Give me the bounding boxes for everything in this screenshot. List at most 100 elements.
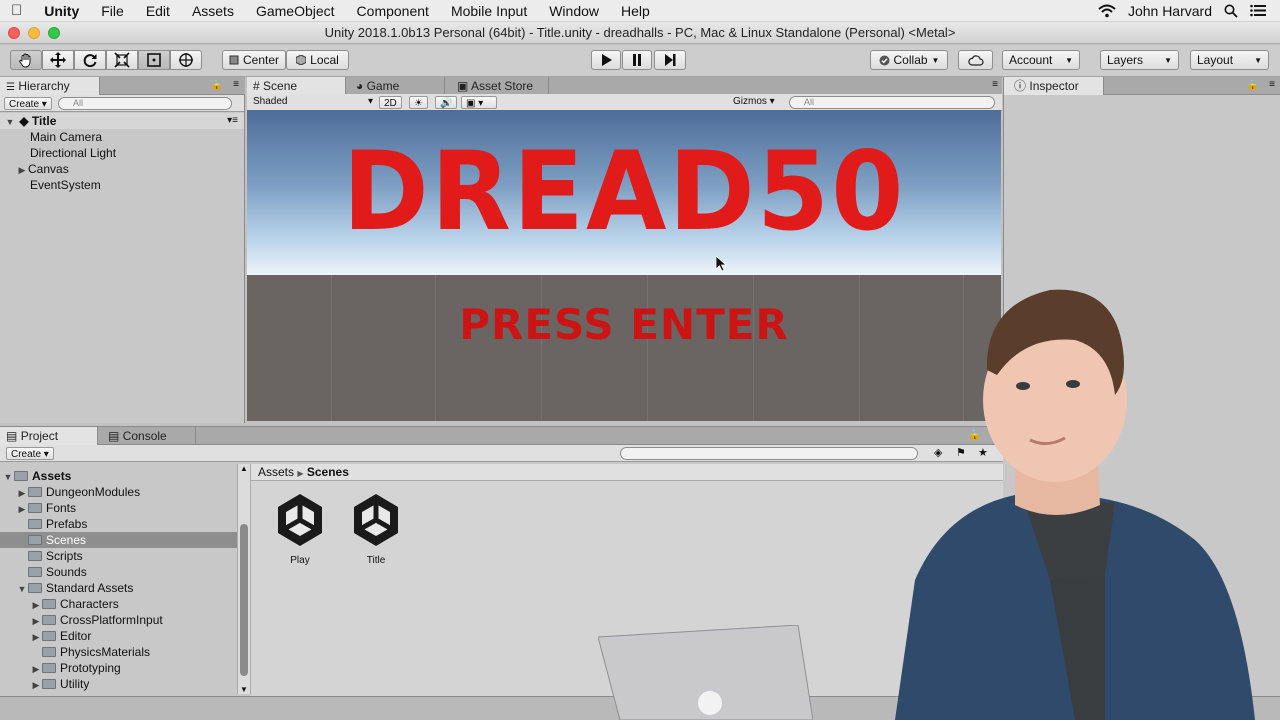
tree-item-utility[interactable]: ▶ Utility	[0, 676, 237, 692]
menu-window[interactable]: Window	[538, 3, 610, 19]
tab-game[interactable]: ◕ Game	[346, 77, 445, 95]
menu-mobile-input[interactable]: Mobile Input	[440, 3, 538, 19]
lock-icon[interactable]: 🔒	[1247, 80, 1259, 91]
scrollbar-thumb[interactable]	[240, 524, 248, 676]
tree-item-label: Prototyping	[60, 661, 121, 675]
tab-console[interactable]: ▤ Console	[98, 427, 196, 445]
tree-item-label: PhysicsMaterials	[60, 645, 151, 659]
tree-item-scenes[interactable]: Scenes	[0, 532, 237, 548]
menu-gameobject[interactable]: GameObject	[245, 3, 346, 19]
panel-menu-icon[interactable]: ≡	[233, 79, 239, 90]
expand-arrow-icon[interactable]: ▼	[16, 581, 28, 597]
close-window-button[interactable]	[8, 27, 20, 39]
expand-arrow-icon[interactable]: ▶	[30, 661, 42, 677]
play-button[interactable]	[591, 50, 621, 70]
gizmos-label: Gizmos	[733, 96, 767, 107]
tree-item-dungeonmodules[interactable]: ▶ DungeonModules	[0, 484, 237, 500]
tree-item-prototyping[interactable]: ▶ Prototyping	[0, 660, 237, 676]
menu-assets[interactable]: Assets	[181, 3, 245, 19]
expand-arrow-icon[interactable]: ▶	[16, 162, 28, 178]
notification-list-icon[interactable]	[1250, 4, 1266, 17]
step-button[interactable]	[654, 50, 686, 70]
scene-menu-icon[interactable]: ▾≡	[227, 113, 238, 129]
minimize-window-button[interactable]	[28, 27, 40, 39]
expand-arrow-icon[interactable]: ▼	[2, 469, 14, 485]
scene-search-input[interactable]: All	[789, 96, 995, 109]
tab-hierarchy[interactable]: ☰ Hierarchy	[0, 77, 100, 95]
expand-arrow-icon[interactable]: ▶	[30, 629, 42, 645]
expand-arrow-icon[interactable]: ▼	[4, 114, 16, 130]
tab-asset-store[interactable]: ▣ Asset Store	[445, 77, 549, 95]
audio-toggle[interactable]: 🔊	[435, 96, 458, 109]
expand-arrow-icon[interactable]: ▶	[30, 613, 42, 629]
gizmos-dropdown[interactable]: Gizmos ▾	[733, 95, 775, 109]
pivot-local-button[interactable]: Local	[286, 50, 349, 70]
tree-item-physicsmaterials[interactable]: PhysicsMaterials	[0, 644, 237, 660]
hierarchy-item-canvas[interactable]: ▶ Canvas	[0, 161, 69, 177]
tree-item-fonts[interactable]: ▶ Fonts	[0, 500, 237, 516]
expand-arrow-icon[interactable]: ▶	[16, 501, 28, 517]
menu-app[interactable]: Unity	[33, 3, 90, 19]
menu-file[interactable]: File	[90, 3, 135, 19]
tree-item-prefabs[interactable]: Prefabs	[0, 516, 237, 532]
toggle-2d-button[interactable]: 2D	[379, 96, 402, 109]
project-create-dropdown[interactable]: Create ▾	[6, 447, 54, 460]
breadcrumb-assets[interactable]: Assets	[258, 465, 294, 479]
tree-item-characters[interactable]: ▶ Characters	[0, 596, 237, 612]
user-name[interactable]: John Harvard	[1128, 3, 1212, 19]
collab-dropdown[interactable]: Collab ▼	[870, 50, 948, 70]
menu-component[interactable]: Component	[346, 3, 440, 19]
transform-tool-button[interactable]	[170, 50, 202, 70]
layout-dropdown[interactable]: Layout ▼	[1190, 50, 1269, 70]
scale-tool-button[interactable]	[106, 50, 138, 70]
rotate-tool-button[interactable]	[74, 50, 106, 70]
wifi-icon[interactable]	[1098, 4, 1116, 18]
hierarchy-item-eventsystem[interactable]: EventSystem	[0, 177, 101, 193]
hierarchy-search-input[interactable]: All	[58, 97, 232, 110]
scene-grid-icon: #	[253, 79, 260, 93]
scene-root-row[interactable]: ▼ ◆ Title ▾≡	[0, 113, 244, 129]
menu-edit[interactable]: Edit	[135, 3, 181, 19]
move-tool-button[interactable]	[42, 50, 74, 70]
project-search-input[interactable]	[620, 447, 918, 460]
asset-item-title[interactable]: Title	[341, 492, 411, 566]
tree-item-crossplatforminput[interactable]: ▶ CrossPlatformInput	[0, 612, 237, 628]
rect-tool-button[interactable]	[138, 50, 170, 70]
effects-dropdown[interactable]: ▣ ▾	[461, 96, 497, 109]
lighting-toggle[interactable]: ☀	[409, 96, 428, 109]
asset-item-play[interactable]: Play	[265, 492, 335, 566]
tree-item-standard-assets[interactable]: ▼ Standard Assets	[0, 580, 237, 596]
zoom-window-button[interactable]	[48, 27, 60, 39]
scroll-down-icon[interactable]: ▼	[240, 685, 248, 694]
tree-scrollbar[interactable]: ▲ ▼	[237, 464, 251, 694]
account-dropdown[interactable]: Account ▼	[1002, 50, 1080, 70]
tree-item-scripts[interactable]: Scripts	[0, 548, 237, 564]
window-title-bar: Unity 2018.1.0b13 Personal (64bit) - Tit…	[0, 22, 1280, 44]
hierarchy-item-main-camera[interactable]: Main Camera	[0, 129, 102, 145]
panel-menu-icon[interactable]: ≡	[1269, 79, 1275, 90]
shading-mode-dropdown[interactable]: Shaded ▾	[253, 95, 373, 109]
tree-item-sounds[interactable]: Sounds	[0, 564, 237, 580]
spotlight-search-icon[interactable]	[1224, 4, 1238, 18]
tree-item-editor[interactable]: ▶ Editor	[0, 628, 237, 644]
expand-arrow-icon[interactable]: ▶	[16, 485, 28, 501]
expand-arrow-icon[interactable]: ▶	[30, 597, 42, 613]
tab-scene[interactable]: # Scene	[247, 77, 346, 95]
pivot-center-button[interactable]: Center	[222, 50, 286, 70]
menu-help[interactable]: Help	[610, 3, 661, 19]
tree-item-assets[interactable]: ▼ Assets	[0, 468, 237, 484]
tab-inspector[interactable]: ⓘ Inspector	[1004, 77, 1104, 95]
create-dropdown[interactable]: Create ▾	[4, 97, 52, 110]
scroll-up-icon[interactable]: ▲	[240, 464, 248, 473]
breadcrumb-scenes[interactable]: Scenes	[307, 465, 349, 479]
panel-menu-icon[interactable]: ≡	[992, 79, 998, 90]
expand-arrow-icon[interactable]: ▶	[30, 677, 42, 693]
apple-icon[interactable]: 	[0, 2, 33, 19]
cloud-button[interactable]	[958, 50, 993, 70]
hand-tool-button[interactable]	[10, 50, 42, 70]
layers-dropdown[interactable]: Layers ▼	[1100, 50, 1179, 70]
tab-project[interactable]: ▤ Project	[0, 427, 98, 445]
pause-button[interactable]	[622, 50, 652, 70]
hierarchy-item-directional-light[interactable]: Directional Light	[0, 145, 116, 161]
lock-icon[interactable]: 🔒	[211, 80, 223, 91]
